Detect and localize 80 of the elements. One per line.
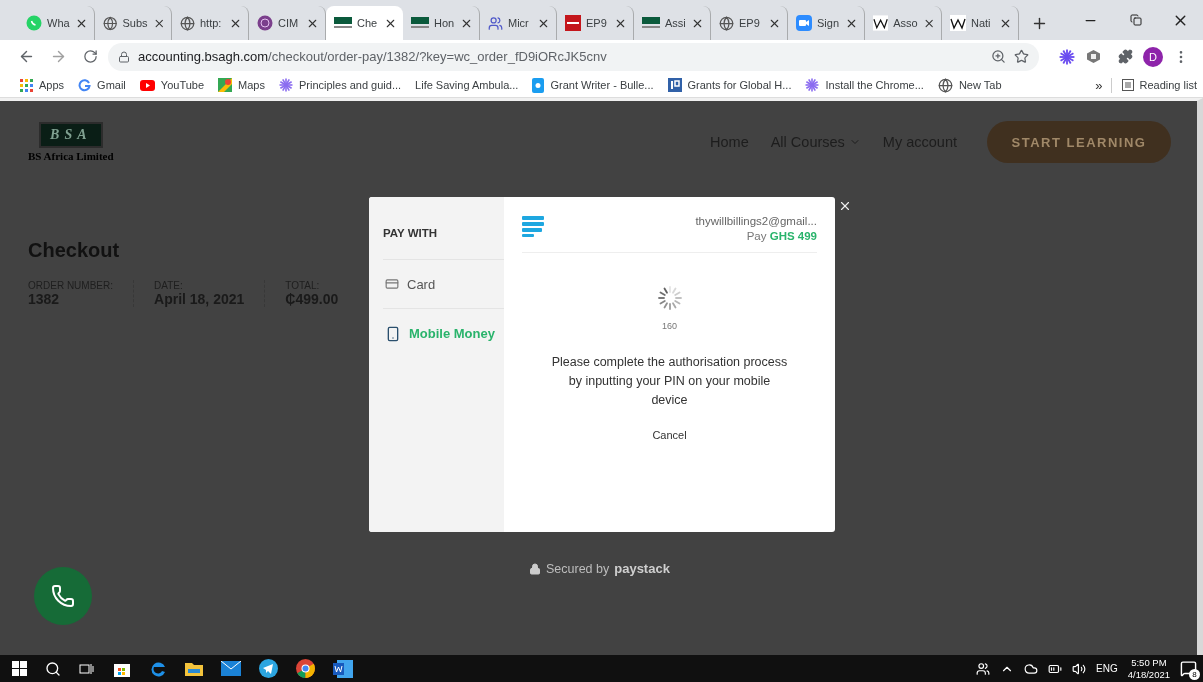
play-icon bbox=[139, 79, 155, 91]
logo-mark[interactable]: BSA bbox=[38, 122, 103, 148]
instruction-text: Please complete the authorisation process by inputting your PIN on your mobile device bbox=[550, 354, 789, 409]
bookmark-link[interactable]: Install the Chrome... bbox=[805, 78, 924, 92]
task-view-icon[interactable] bbox=[79, 661, 95, 676]
word-icon[interactable] bbox=[333, 659, 353, 678]
payment-method-tab[interactable]: Card bbox=[383, 260, 504, 309]
sunburst-icon bbox=[805, 78, 820, 92]
clock[interactable]: 5:50 PM 4/18/2021 bbox=[1127, 656, 1170, 681]
bookmark-link[interactable]: New Tab bbox=[937, 77, 1002, 93]
close-icon[interactable] bbox=[838, 199, 852, 213]
paystack-logo-icon bbox=[522, 215, 544, 237]
bookmark-link[interactable]: Apps bbox=[20, 78, 65, 92]
bookmark-link[interactable]: Maps bbox=[218, 78, 265, 92]
spinner-icon bbox=[656, 285, 683, 311]
email-text: thywillbillings2@gmail... bbox=[695, 215, 817, 227]
zoom-icon[interactable] bbox=[991, 49, 1006, 64]
extensions-icon[interactable] bbox=[1117, 49, 1133, 64]
phone-icon bbox=[385, 325, 401, 342]
globe-icon bbox=[937, 77, 953, 93]
amount-text: Pay GHS 499 bbox=[746, 230, 817, 242]
square-logo-icon bbox=[565, 15, 581, 31]
lock-icon bbox=[118, 50, 130, 63]
bubble-icon bbox=[532, 77, 545, 93]
flag-icon bbox=[642, 17, 660, 29]
bookmark-link[interactable]: Life Saving Ambula... bbox=[415, 79, 519, 91]
globe-icon bbox=[103, 15, 118, 31]
secured-text: Secured by bbox=[546, 561, 610, 576]
w-letter-icon bbox=[950, 15, 966, 31]
profile-avatar[interactable]: D bbox=[1143, 46, 1163, 67]
globe-icon bbox=[719, 15, 734, 31]
video-camera-icon bbox=[796, 15, 812, 31]
reload-icon[interactable] bbox=[82, 49, 98, 64]
flag-icon bbox=[411, 17, 429, 29]
people-icon[interactable] bbox=[976, 661, 991, 676]
cube-icon[interactable] bbox=[1085, 49, 1101, 64]
chat-bubble-icon bbox=[26, 15, 42, 31]
countdown-text: 160 bbox=[662, 321, 677, 331]
sphere-icon bbox=[257, 15, 273, 31]
list-icon bbox=[1121, 79, 1134, 91]
restore-icon[interactable] bbox=[1129, 14, 1142, 26]
brand-name: paystack bbox=[614, 561, 670, 576]
bookmark-link[interactable]: Grant Writer - Bulle... bbox=[532, 77, 654, 93]
globe-icon bbox=[180, 15, 195, 31]
bookmark-link[interactable]: YouTube bbox=[139, 79, 205, 91]
pay-with-label: PAY WITH bbox=[383, 197, 504, 260]
cancel-button[interactable]: Cancel bbox=[646, 428, 693, 442]
folder-icon[interactable] bbox=[185, 660, 203, 677]
cloud-icon[interactable] bbox=[1024, 661, 1039, 676]
start-learning-button[interactable]: START LEARNING bbox=[987, 121, 1171, 163]
windows-start-icon[interactable] bbox=[12, 661, 27, 676]
address-bar[interactable]: accounting.bsagh.com/checkout/order-pay/1382/?key=wc_order_fD9iORcJK5cnv bbox=[108, 42, 1039, 71]
mail-icon[interactable] bbox=[221, 661, 241, 676]
star-icon[interactable] bbox=[1014, 49, 1029, 64]
bookmark-link[interactable]: Principles and guid... bbox=[278, 78, 402, 92]
company-name: BS Africa Limited bbox=[28, 150, 114, 162]
people-icon bbox=[488, 15, 503, 31]
sunburst-icon bbox=[278, 78, 293, 92]
ip-badge-icon bbox=[667, 78, 682, 92]
flag-icon bbox=[334, 17, 352, 29]
bookmark-link[interactable]: Grants for Global H... bbox=[667, 78, 792, 92]
search-icon[interactable] bbox=[45, 660, 61, 677]
card-icon bbox=[385, 277, 399, 291]
speaker-icon[interactable] bbox=[1072, 661, 1087, 676]
more-bookmarks-button[interactable]: » bbox=[1095, 77, 1112, 93]
notification-count: 8 bbox=[1189, 669, 1200, 680]
edge-browser-icon[interactable] bbox=[149, 659, 167, 678]
telegram-icon[interactable] bbox=[259, 659, 278, 678]
sunburst-icon[interactable] bbox=[1059, 48, 1075, 65]
reading-list-link[interactable]: Reading list bbox=[1121, 79, 1197, 91]
bookmark-link[interactable]: Gmail bbox=[78, 78, 126, 92]
chrome-icon[interactable] bbox=[296, 659, 315, 678]
w-letter-icon bbox=[873, 15, 889, 31]
grid-icon bbox=[20, 78, 33, 92]
phone-icon bbox=[51, 584, 75, 608]
browser-tab[interactable]: Che bbox=[326, 6, 403, 40]
language-indicator[interactable]: ENG bbox=[1096, 663, 1118, 674]
g-letter-icon bbox=[78, 78, 92, 92]
map-pin-icon bbox=[218, 78, 233, 92]
lock-icon bbox=[529, 562, 541, 575]
